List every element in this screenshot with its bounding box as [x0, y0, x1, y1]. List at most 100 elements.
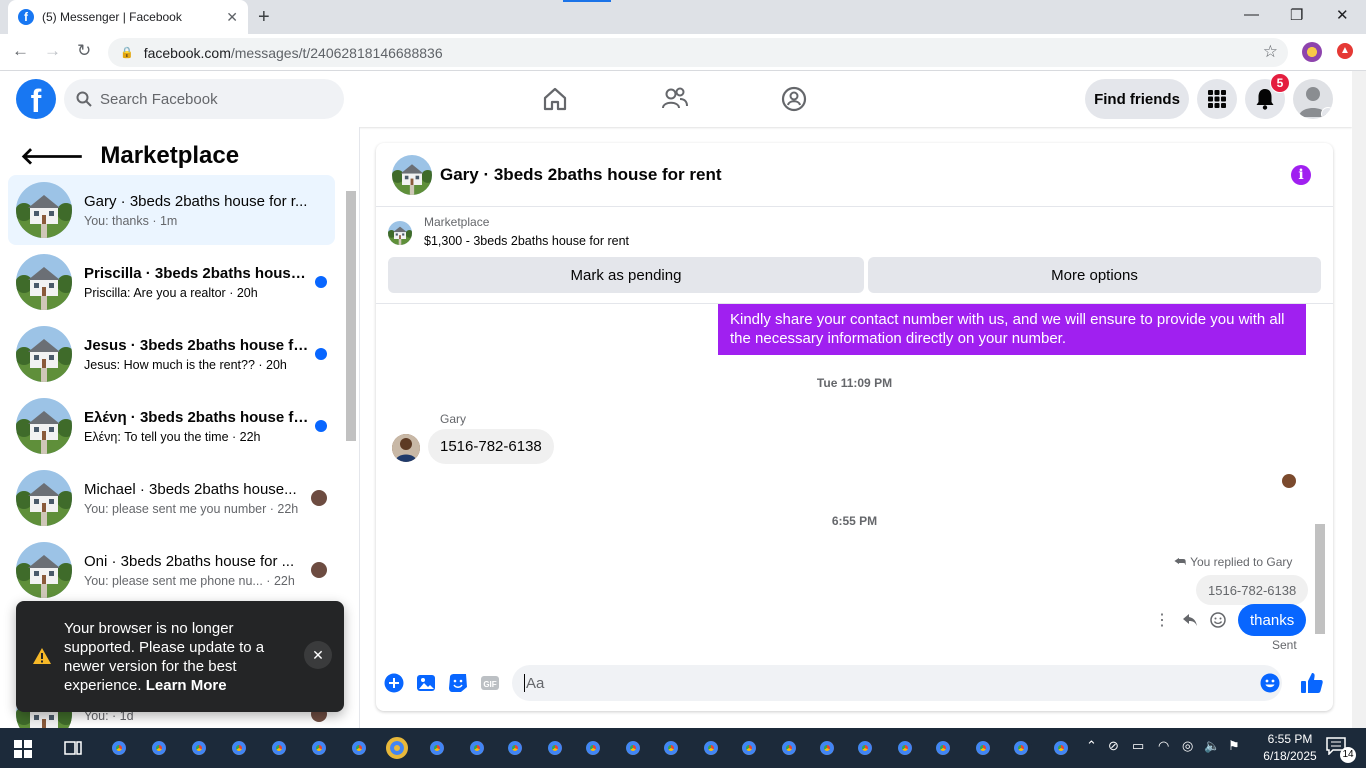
scrollbar-thumb[interactable] — [346, 191, 356, 441]
chrome-profile-icon[interactable] — [1010, 737, 1032, 759]
tray-app-icon[interactable]: ◎ — [1182, 738, 1193, 754]
volume-icon[interactable]: 🔈 — [1204, 738, 1220, 754]
browser-tab[interactable]: f (5) Messenger | Facebook ✕ — [8, 0, 248, 34]
extension-red-icon[interactable]: ▲ — [1337, 43, 1353, 59]
page-scrollbar[interactable] — [1352, 71, 1366, 728]
bookmark-star-icon[interactable]: ☆ — [1263, 42, 1278, 62]
info-icon[interactable]: i — [1291, 165, 1311, 185]
restore-icon[interactable]: ❐ — [1290, 6, 1303, 24]
chrome-profile-icon[interactable] — [148, 737, 170, 759]
url-host: facebook.com — [143, 44, 231, 61]
new-tab-button[interactable]: + — [258, 6, 270, 29]
chrome-profile-icon[interactable] — [778, 737, 800, 759]
listing-thumbnail — [16, 470, 72, 526]
file-explorer-icon[interactable] — [386, 737, 408, 759]
sent-message-bubble[interactable]: thanks — [1238, 604, 1307, 636]
conversation-list-scrollbar[interactable] — [344, 177, 358, 727]
action-center-button[interactable]: 14 — [1326, 737, 1356, 763]
more-vertical-icon[interactable]: ⋮ — [1152, 610, 1172, 630]
battery-icon[interactable]: ▭ — [1132, 738, 1144, 754]
lock-icon[interactable]: 🔒 — [120, 46, 134, 59]
chrome-profile-icon[interactable] — [582, 737, 604, 759]
marketplace-listing-card[interactable]: Marketplace $1,300 - 3beds 2baths house … — [388, 215, 629, 248]
chrome-profile-icon[interactable] — [466, 737, 488, 759]
conversation-item[interactable]: Oni · 3beds 2baths house for ... You: ple… — [8, 535, 335, 605]
chrome-profile-icon[interactable] — [268, 737, 290, 759]
thumbs-up-icon[interactable] — [1300, 671, 1324, 695]
message-scrollbar[interactable] — [1313, 304, 1327, 652]
search-icon — [76, 91, 92, 107]
chrome-profile-icon[interactable] — [660, 737, 682, 759]
system-clock[interactable]: 6:55 PM 6/18/2025 — [1258, 731, 1322, 765]
windows-start-icon[interactable] — [14, 740, 32, 758]
tab-close-icon[interactable]: ✕ — [226, 9, 238, 26]
search-input[interactable]: Search Facebook — [64, 79, 344, 119]
back-arrow-icon[interactable]: 🡐 — [20, 141, 84, 171]
reload-icon[interactable]: ↻ — [77, 41, 91, 61]
message-input[interactable]: Aa — [512, 665, 1282, 701]
more-options-button[interactable]: More options — [868, 257, 1321, 293]
facebook-header: f Search Facebook Find friends ⌄ — [0, 71, 1352, 127]
chrome-profile-icon[interactable] — [854, 737, 876, 759]
home-icon[interactable] — [541, 85, 569, 113]
learn-more-link[interactable]: Learn More — [146, 677, 227, 694]
chrome-profile-icon[interactable] — [932, 737, 954, 759]
chrome-profile-icon[interactable] — [816, 737, 838, 759]
chrome-profile-icon[interactable] — [108, 737, 130, 759]
address-bar[interactable]: 🔒 facebook.com /messages/t/2406281814668… — [108, 38, 1288, 67]
chrome-profile-icon[interactable] — [1050, 737, 1072, 759]
chrome-profile-icon[interactable] — [622, 737, 644, 759]
chrome-profile-icon[interactable] — [188, 737, 210, 759]
marketplace-label: Marketplace — [424, 215, 490, 229]
chrome-profile-icon[interactable] — [738, 737, 760, 759]
sticker-icon[interactable] — [448, 673, 468, 693]
chrome-profile-icon[interactable] — [544, 737, 566, 759]
incoming-message-bubble[interactable]: 1516-782-6138 — [428, 429, 554, 464]
toast-close-button[interactable]: ✕ — [304, 641, 332, 669]
find-friends-button[interactable]: Find friends — [1085, 79, 1189, 119]
tray-network-off-icon[interactable]: ⊘ — [1108, 738, 1119, 754]
photo-icon[interactable] — [416, 673, 436, 693]
window-close-icon[interactable]: ✕ — [1336, 6, 1349, 24]
chrome-profile-icon[interactable] — [348, 737, 370, 759]
reply-icon[interactable] — [1180, 610, 1200, 630]
chrome-profile-icon[interactable] — [504, 737, 526, 759]
emoji-icon[interactable] — [1260, 673, 1280, 693]
groups-icon[interactable] — [780, 85, 808, 113]
chrome-profile-icon[interactable] — [700, 737, 722, 759]
forward-arrow-icon[interactable]: → — [44, 41, 61, 61]
chrome-profile-icon[interactable] — [972, 737, 994, 759]
react-emoji-icon[interactable] — [1208, 610, 1228, 630]
chrome-profile-icon[interactable] — [894, 737, 916, 759]
tray-flag-icon[interactable]: ⚑ — [1228, 738, 1240, 754]
conversation-item[interactable]: Gary · 3beds 2baths house for r... You: t… — [8, 175, 335, 245]
back-arrow-icon[interactable]: ← — [12, 41, 29, 61]
plus-icon[interactable] — [384, 673, 404, 693]
outgoing-message-bubble[interactable]: Kindly share your contact number with us… — [718, 304, 1306, 355]
chat-header[interactable]: Gary · 3beds 2baths house for rent — [376, 143, 1333, 207]
minimize-icon[interactable]: — — [1244, 6, 1259, 23]
extension-avatar-icon[interactable] — [1302, 42, 1322, 62]
conversation-item[interactable]: Michael · 3beds 2baths house... You: plea… — [8, 463, 335, 533]
facebook-logo-icon[interactable]: f — [16, 79, 56, 119]
quoted-message-bubble[interactable]: 1516-782-6138 — [1196, 575, 1309, 605]
task-view-icon[interactable] — [62, 737, 84, 759]
menu-button[interactable] — [1197, 79, 1237, 119]
account-avatar[interactable]: ⌄ — [1293, 79, 1333, 119]
gif-icon[interactable]: GIF — [480, 673, 500, 693]
conversation-item[interactable]: Ελένη · 3beds 2baths house fo... Ελένη: T… — [8, 391, 335, 461]
conversation-item[interactable]: Jesus · 3beds 2baths house fo... Jesus: H… — [8, 319, 335, 389]
chrome-profile-icon[interactable] — [426, 737, 448, 759]
tray-chevron-icon[interactable]: ⌃ — [1086, 738, 1097, 754]
friends-icon[interactable] — [661, 85, 689, 113]
mark-as-pending-button[interactable]: Mark as pending — [388, 257, 864, 293]
chrome-profile-icon[interactable] — [228, 737, 250, 759]
windows-taskbar: ⌃ ⊘ ▭ ◠ ◎ 🔈 ⚑ 6:55 PM 6/18/2025 14 — [0, 728, 1366, 768]
wifi-icon[interactable]: ◠ — [1158, 738, 1169, 754]
conversation-name: Priscilla · 3beds 2baths house ... — [84, 264, 314, 282]
conversation-name: Ελένη · 3beds 2baths house fo... — [84, 408, 314, 426]
chrome-profile-icon[interactable] — [308, 737, 330, 759]
sender-avatar[interactable] — [392, 434, 420, 462]
scrollbar-thumb[interactable] — [1315, 524, 1325, 634]
conversation-item[interactable]: Priscilla · 3beds 2baths house ... Prisci… — [8, 247, 335, 317]
